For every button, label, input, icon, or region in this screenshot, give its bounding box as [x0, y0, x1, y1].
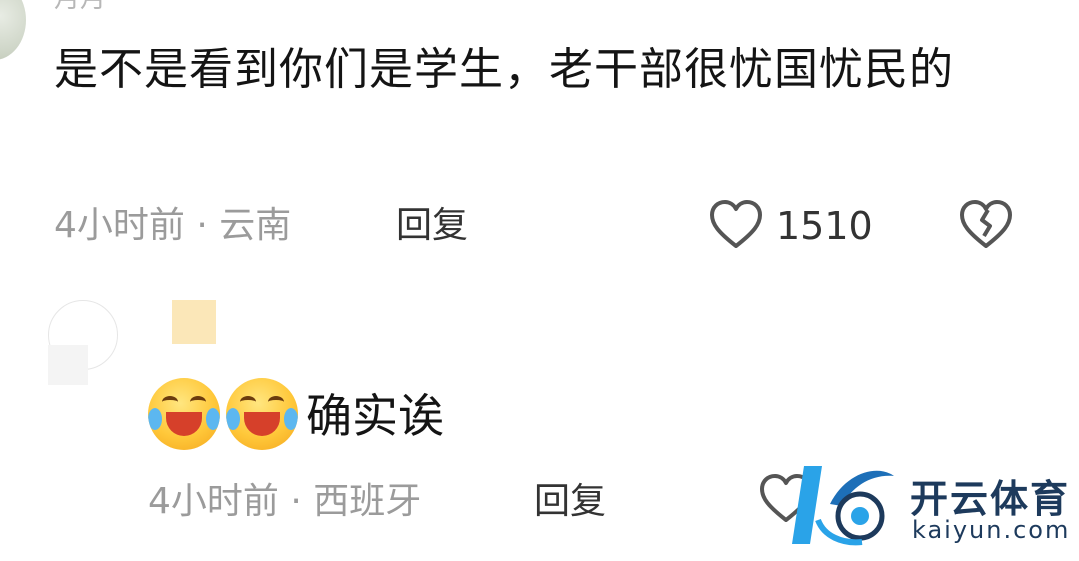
tears-of-joy-emoji	[226, 378, 298, 450]
heart-icon[interactable]	[708, 198, 764, 252]
watermark-url: kaiyun.com	[912, 516, 1071, 544]
tears-of-joy-emoji	[148, 378, 220, 450]
comment-meta: 4小时前 · 云南	[54, 205, 292, 246]
reply-username[interactable]	[172, 300, 216, 344]
comment-text: 是不是看到你们是学生，老干部很忧国忧民的	[54, 44, 954, 95]
broken-heart-icon[interactable]	[958, 198, 1014, 252]
username[interactable]: 月月	[54, 0, 106, 14]
watermark-brand: 开云体育	[910, 477, 1071, 521]
reply-button[interactable]: 回复	[396, 204, 468, 248]
reply-text: 确实诶	[306, 389, 444, 443]
reply-reply-button[interactable]: 回复	[534, 480, 606, 524]
avatar[interactable]	[0, 0, 26, 60]
like-count: 1510	[776, 204, 873, 248]
reply-meta: 4小时前 · 西班牙	[148, 481, 422, 522]
kaiyun-logo-icon	[790, 462, 902, 548]
reply-avatar-shadow	[48, 345, 88, 385]
